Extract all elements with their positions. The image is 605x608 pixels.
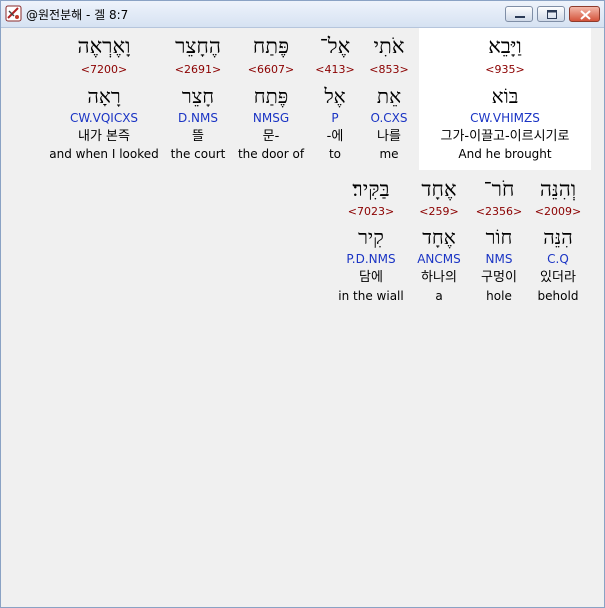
hebrew-word: וָאֶרְאֶה: [77, 34, 131, 58]
word-column[interactable]: בַּקִּיר׃ <7023> קִיר P.D.NMS 담에 in the …: [335, 173, 407, 313]
hebrew-lemma: אֶחָד: [422, 225, 456, 249]
hebrew-lemma: קִיר: [358, 225, 384, 249]
morphology-code: C.Q: [547, 252, 569, 266]
hebrew-word: אֹתִי: [373, 34, 405, 58]
morphology-code: O.CXS: [370, 111, 408, 125]
morphology-code: ANCMS: [417, 252, 461, 266]
strong-number: <2009>: [534, 205, 582, 218]
morphology-code: P.D.NMS: [346, 252, 396, 266]
morphology-code: CW.VHIMZS: [470, 111, 540, 125]
english-gloss: me: [379, 147, 399, 161]
strong-number: <935>: [485, 63, 525, 76]
hebrew-word: אֶל־: [319, 34, 351, 58]
korean-gloss: 구멍이: [481, 270, 517, 285]
strong-number: <2356>: [475, 205, 523, 218]
english-gloss: And he brought: [458, 147, 552, 161]
hebrew-word: אֶחָד: [421, 177, 457, 201]
korean-gloss: 문-: [262, 129, 280, 144]
korean-gloss: 있더라: [540, 270, 576, 285]
hebrew-lemma: פֶּתַח: [253, 84, 289, 108]
hebrew-lemma: חוֹר: [485, 225, 513, 249]
hebrew-lemma: רָאָה: [87, 84, 121, 108]
morphology-code: CW.VQICXS: [69, 111, 139, 125]
word-column[interactable]: פֶּתַח <6607> פֶּתַח NMSG 문- the door of: [236, 28, 306, 170]
parsing-panel: וַיָּבֵא <935> בּוֹא CW.VHIMZS 그가-이끌고-이르…: [2, 28, 603, 606]
strong-number: <413>: [315, 63, 355, 76]
hebrew-word: וַיָּבֵא: [488, 34, 522, 58]
english-gloss: a: [435, 289, 443, 303]
english-gloss: in the wiall: [338, 289, 404, 303]
morphology-code: P: [331, 111, 339, 125]
window-title: @원전분해 - 겔 8:7: [26, 8, 129, 22]
english-gloss: behold: [537, 289, 579, 303]
english-gloss: the door of: [237, 147, 305, 161]
maximize-button[interactable]: [537, 6, 565, 22]
english-gloss: hole: [486, 289, 512, 303]
korean-gloss: 내가 본즉: [78, 129, 130, 144]
korean-gloss: 그가-이끌고-이르시기로: [440, 129, 570, 144]
app-window: @원전분해 - 겔 8:7 וַיָּבֵא <935> בּוֹא CW.VH…: [0, 0, 605, 608]
korean-gloss: 나를: [377, 129, 401, 144]
korean-gloss: -에: [326, 129, 344, 144]
hebrew-word: וְהִנֵּה: [539, 177, 577, 201]
word-column[interactable]: וַיָּבֵא <935> בּוֹא CW.VHIMZS 그가-이끌고-이르…: [419, 28, 591, 170]
hebrew-lemma: אֵת: [376, 84, 402, 108]
word-column[interactable]: אֹתִי <853> אֵת O.CXS 나를 me: [364, 28, 414, 170]
maximize-icon: [547, 10, 557, 19]
word-column[interactable]: וָאֶרְאֶה <7200> רָאָה CW.VQICXS 내가 본즉 a…: [48, 28, 160, 170]
korean-gloss: 하나의: [421, 270, 457, 285]
hebrew-word: הֶחָצֵר: [175, 34, 221, 58]
english-gloss: the court: [170, 147, 226, 161]
hebrew-lemma: חָצֵר: [181, 84, 215, 108]
word-column[interactable]: חֹר־ <2356> חוֹר NMS 구멍이 hole: [472, 173, 526, 313]
app-icon: [5, 5, 22, 22]
word-column[interactable]: הֶחָצֵר <2691> חָצֵר D.NMS 뜰 the court: [165, 28, 231, 170]
strong-number: <259>: [419, 205, 459, 218]
korean-gloss: 뜰: [192, 129, 204, 144]
hebrew-word: חֹר־: [483, 177, 515, 201]
strong-number: <7023>: [347, 205, 395, 218]
hebrew-word: פֶּתַח: [252, 34, 290, 58]
hebrew-word: בַּקִּיר׃: [352, 177, 390, 201]
morphology-code: NMS: [485, 252, 513, 266]
strong-number: <2691>: [174, 63, 222, 76]
strong-number: <853>: [369, 63, 409, 76]
strong-number: <6607>: [247, 63, 295, 76]
close-icon: [580, 10, 591, 20]
korean-gloss: 담에: [359, 270, 383, 285]
english-gloss: to: [328, 147, 342, 161]
morphology-code: NMSG: [252, 111, 290, 125]
morphology-code: D.NMS: [177, 111, 218, 125]
minimize-icon: [515, 16, 525, 18]
word-column[interactable]: אֶחָד <259> אֶחָד ANCMS 하나의 a: [411, 173, 467, 313]
strong-number: <7200>: [80, 63, 128, 76]
word-column[interactable]: אֶל־ <413> אֶל P -에 to: [312, 28, 358, 170]
english-gloss: and when I looked: [49, 147, 159, 161]
close-button[interactable]: [569, 6, 600, 22]
title-bar[interactable]: @원전분해 - 겔 8:7: [1, 1, 604, 28]
hebrew-lemma: הִנֵּה: [543, 225, 573, 249]
minimize-button[interactable]: [505, 6, 533, 22]
hebrew-lemma: בּוֹא: [491, 84, 519, 108]
word-column[interactable]: וְהִנֵּה <2009> הִנֵּה C.Q 있더라 behold: [530, 173, 586, 313]
hebrew-lemma: אֶל: [324, 84, 346, 108]
